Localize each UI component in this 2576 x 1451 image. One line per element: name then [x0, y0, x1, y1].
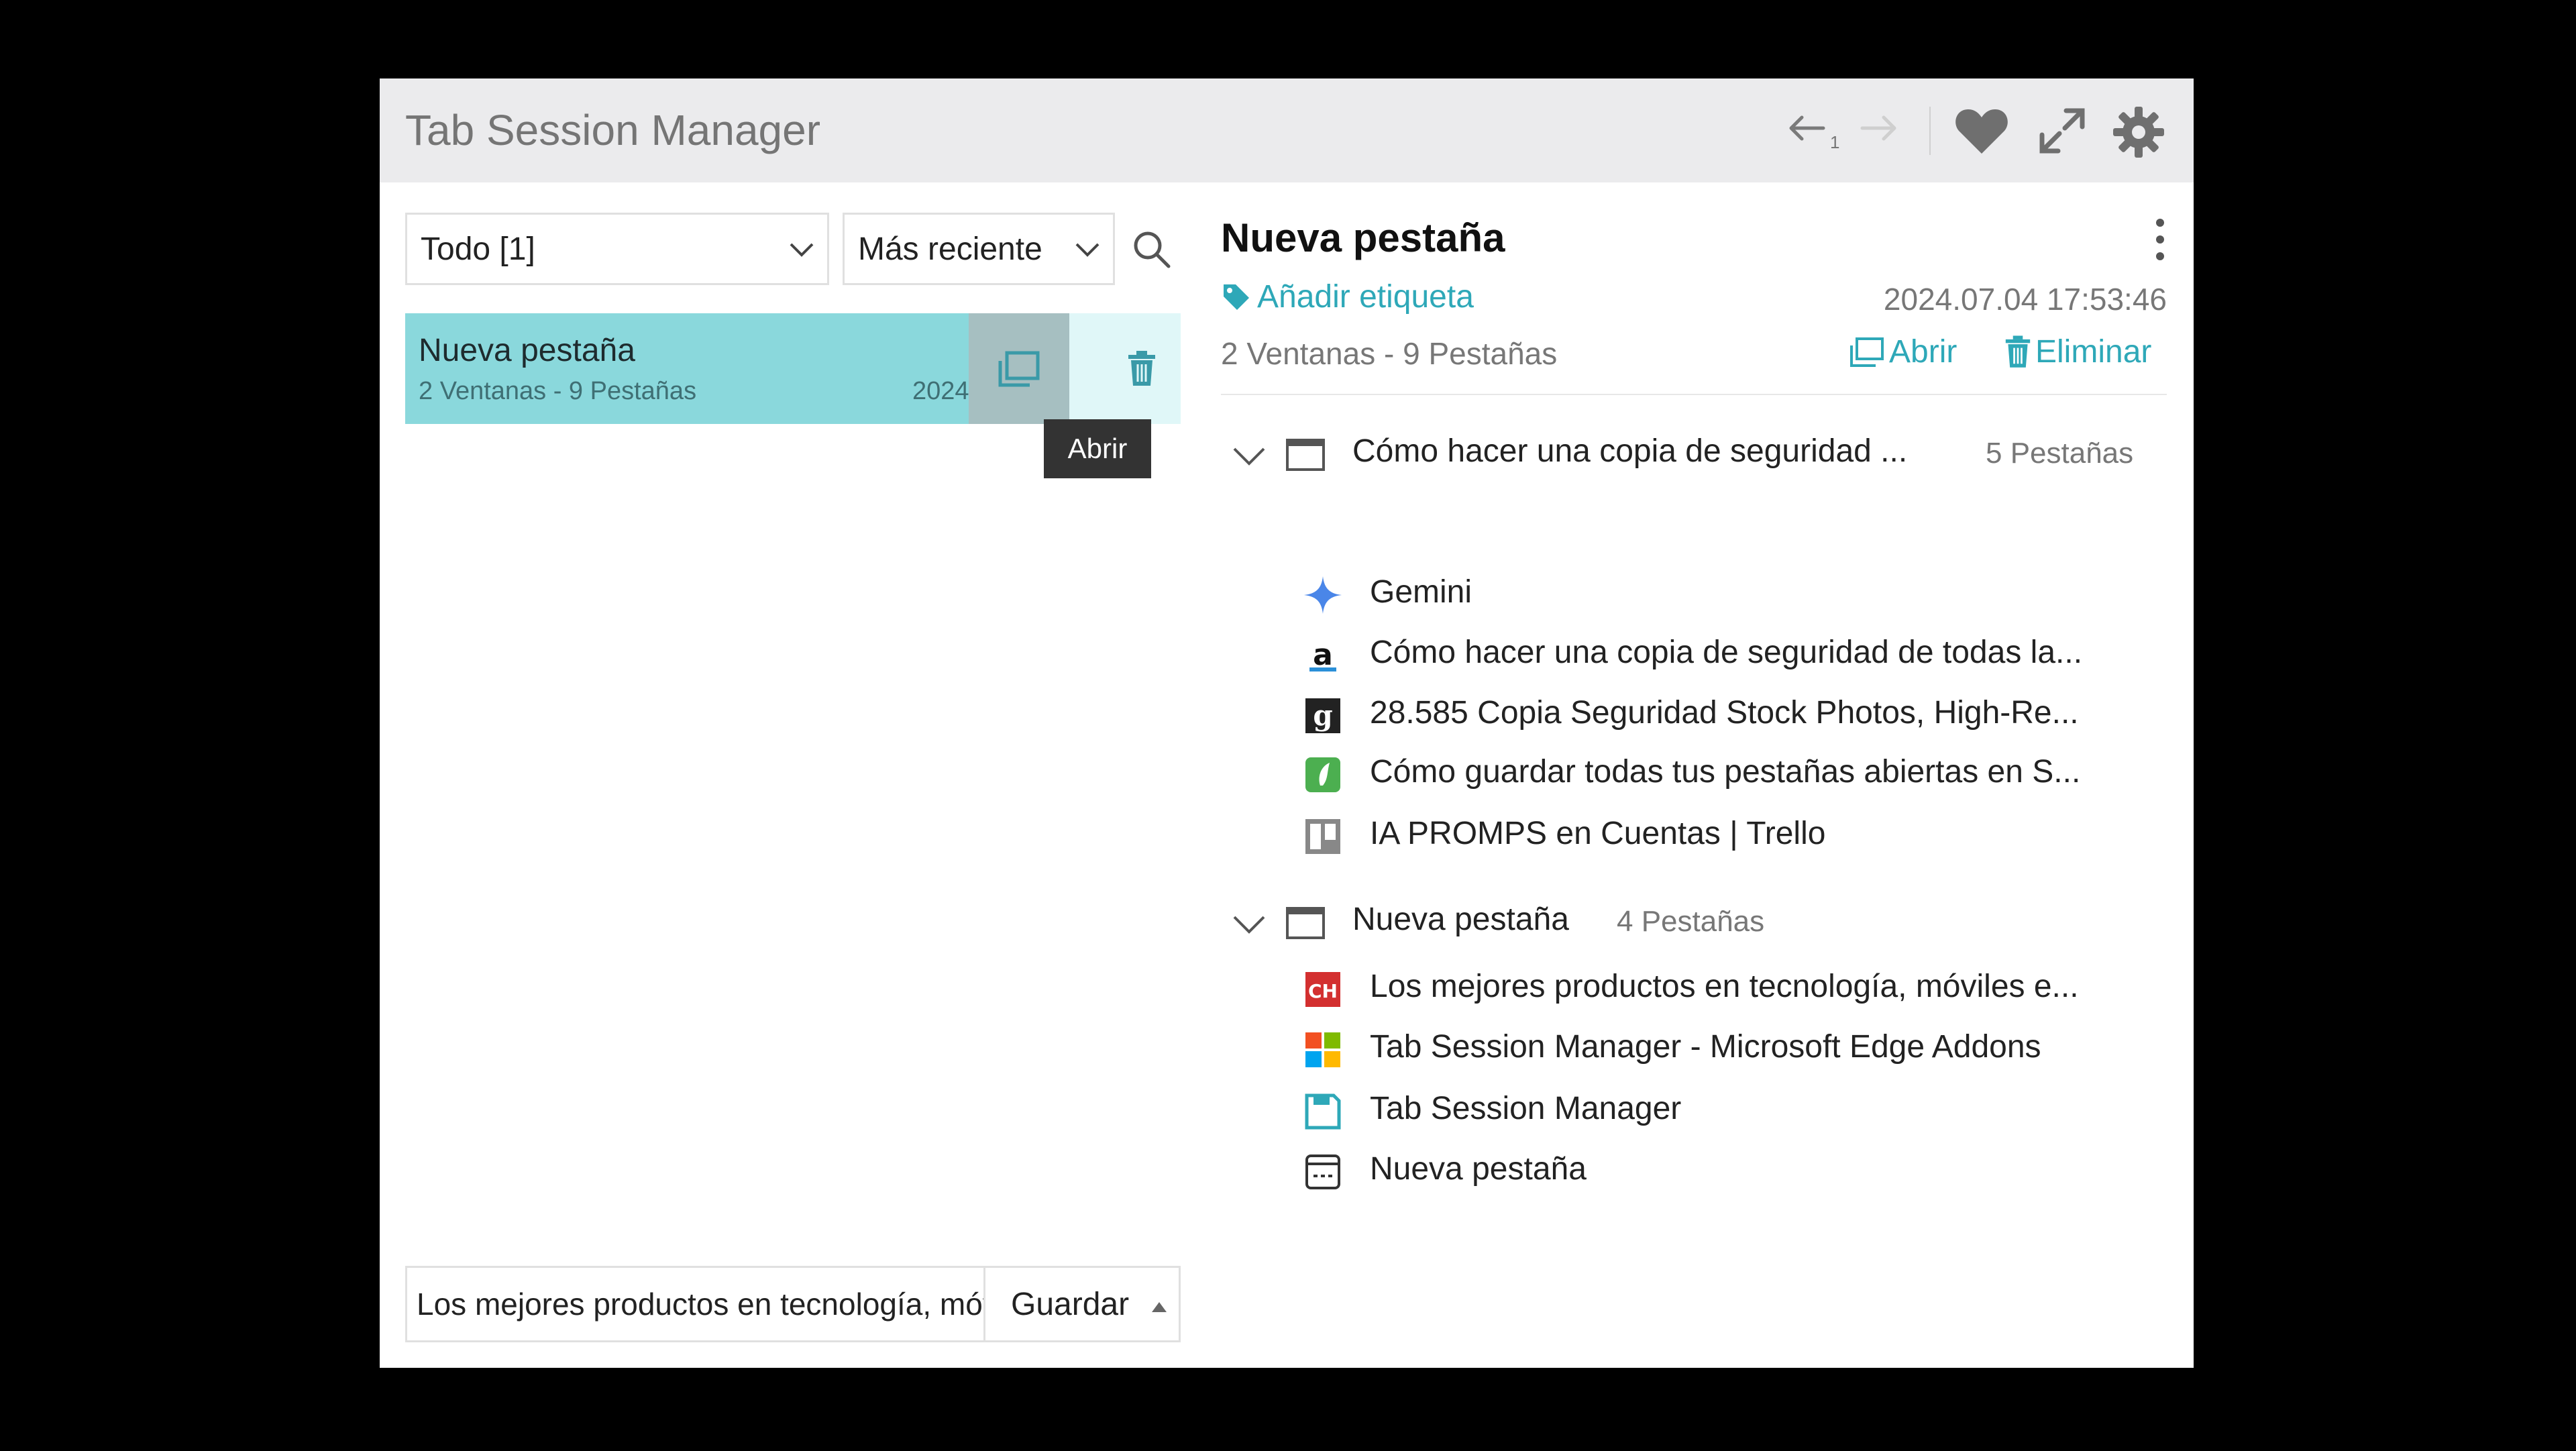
- session-date: 2024: [912, 377, 969, 405]
- chevron-down-icon[interactable]: [1232, 445, 1267, 466]
- caret-up-icon: [1152, 1302, 1167, 1312]
- header-separator: [1929, 107, 1931, 155]
- detail-open-label: Abrir: [1889, 334, 1957, 370]
- save-button[interactable]: Guardar: [983, 1266, 1181, 1342]
- session-open-button[interactable]: [969, 313, 1069, 424]
- tab-item[interactable]: IA PROMPS en Cuentas | Trello: [1221, 808, 2167, 866]
- newtab-icon: [1305, 1154, 1340, 1189]
- tab-item[interactable]: CH Los mejores productos en tecnología, …: [1221, 961, 2167, 1019]
- tab-title: Los mejores productos en tecnología, móv…: [1370, 969, 2079, 1004]
- a-site-icon: a: [1305, 638, 1340, 673]
- session-name-input[interactable]: Los mejores productos en tecnología, móv…: [405, 1266, 986, 1342]
- detail-delete-label: Eliminar: [2035, 334, 2152, 370]
- undo-icon[interactable]: [1782, 104, 1830, 152]
- heart-icon[interactable]: [1953, 104, 2010, 158]
- svg-text:CH: CH: [1308, 980, 1338, 1002]
- session-name: Nueva pestaña: [419, 333, 635, 368]
- more-menu-icon[interactable]: [2152, 216, 2168, 263]
- session-delete-button[interactable]: [1103, 313, 1181, 424]
- tab-title: Cómo guardar todas tus pestañas abiertas…: [1370, 754, 2081, 790]
- tag-icon: [1224, 284, 1249, 310]
- app-title: Tab Session Manager: [405, 106, 821, 154]
- microsoft-icon: [1305, 1032, 1340, 1067]
- detail-title: Nueva pestaña: [1221, 215, 1505, 260]
- header: Tab Session Manager 1: [380, 78, 2194, 182]
- gear-icon[interactable]: [2110, 104, 2167, 160]
- search-icon[interactable]: [1131, 229, 1173, 270]
- gemini-icon: [1304, 576, 1342, 614]
- floppy-icon: [1305, 1093, 1341, 1130]
- window-title: Nueva pestaña: [1352, 902, 1569, 937]
- tab-item[interactable]: a Cómo hacer una copia de seguridad de t…: [1221, 627, 2167, 685]
- tab-title: Cómo hacer una copia de seguridad de tod…: [1370, 635, 2083, 670]
- open-window-icon: [1850, 337, 1884, 367]
- undo-count: 1: [1830, 132, 1840, 152]
- session-list-item[interactable]: Nueva pestaña 2 Ventanas - 9 Pestañas 20…: [405, 313, 1181, 424]
- tab-title: Gemini: [1370, 574, 1472, 610]
- window-header[interactable]: Cómo hacer una copia de seguridad ... 5 …: [1221, 427, 2167, 481]
- tooltip: Abrir: [1044, 419, 1151, 478]
- add-tag-label: Añadir etiqueta: [1257, 279, 1474, 315]
- detail-open-button[interactable]: Abrir: [1849, 333, 1957, 370]
- window-icon: [1286, 439, 1325, 471]
- tab-item[interactable]: Tab Session Manager - Microsoft Edge Add…: [1221, 1022, 2167, 1079]
- tab-item[interactable]: Gemini: [1221, 567, 2167, 625]
- detail-date: 2024.07.04 17:53:46: [1883, 282, 2167, 317]
- trash-icon: [2005, 335, 2031, 368]
- sort-selected-label: Más reciente: [858, 231, 1042, 267]
- ch-site-icon: CH: [1305, 972, 1340, 1007]
- divider: [1221, 394, 2167, 395]
- session-row-main[interactable]: Nueva pestaña 2 Ventanas - 9 Pestañas 20…: [405, 313, 969, 424]
- add-tag-link[interactable]: Añadir etiqueta: [1221, 278, 1474, 315]
- svg-text:a: a: [1313, 638, 1333, 672]
- filter-select[interactable]: Todo [1]: [405, 213, 829, 285]
- window-header[interactable]: Nueva pestaña 4 Pestañas: [1221, 896, 2167, 949]
- green-site-icon: [1305, 757, 1340, 792]
- chevron-down-icon: [1075, 243, 1099, 257]
- session-counts: 2 Ventanas - 9 Pestañas: [419, 377, 697, 405]
- redo-icon[interactable]: [1856, 104, 1904, 152]
- tab-title: IA PROMPS en Cuentas | Trello: [1370, 816, 1826, 851]
- detail-delete-button[interactable]: Eliminar: [2004, 333, 2151, 370]
- sort-select[interactable]: Más reciente: [843, 213, 1115, 285]
- save-button-label: Guardar: [1011, 1286, 1130, 1322]
- g-site-icon: g: [1305, 698, 1340, 733]
- svg-text:g: g: [1313, 699, 1332, 732]
- tab-session-manager-popup: Tab Session Manager 1 Todo [1] Más recie…: [380, 78, 2194, 1368]
- filter-selected-label: Todo [1]: [421, 231, 535, 267]
- expand-icon[interactable]: [2035, 104, 2089, 158]
- trash-icon: [1128, 350, 1155, 386]
- window-tab-count: 4 Pestañas: [1617, 905, 1765, 938]
- tab-title: 28.585 Copia Seguridad Stock Photos, Hig…: [1370, 695, 2079, 731]
- tab-title: Tab Session Manager: [1370, 1091, 1682, 1126]
- tab-title: Nueva pestaña: [1370, 1151, 1587, 1187]
- open-window-icon: [998, 351, 1040, 386]
- chevron-down-icon: [790, 243, 814, 257]
- tab-item[interactable]: Nueva pestaña: [1221, 1144, 2167, 1201]
- tab-title: Tab Session Manager - Microsoft Edge Add…: [1370, 1029, 2041, 1065]
- tab-item[interactable]: Cómo guardar todas tus pestañas abiertas…: [1221, 747, 2167, 804]
- window-title: Cómo hacer una copia de seguridad ...: [1352, 433, 1908, 469]
- detail-counts: 2 Ventanas - 9 Pestañas: [1221, 336, 1558, 371]
- window-tab-count: 5 Pestañas: [1986, 437, 2134, 470]
- tab-item[interactable]: Tab Session Manager: [1221, 1083, 2167, 1141]
- tab-item[interactable]: g 28.585 Copia Seguridad Stock Photos, H…: [1221, 688, 2167, 745]
- window-icon: [1286, 907, 1325, 939]
- chevron-down-icon[interactable]: [1232, 913, 1267, 934]
- trello-icon: [1305, 819, 1340, 854]
